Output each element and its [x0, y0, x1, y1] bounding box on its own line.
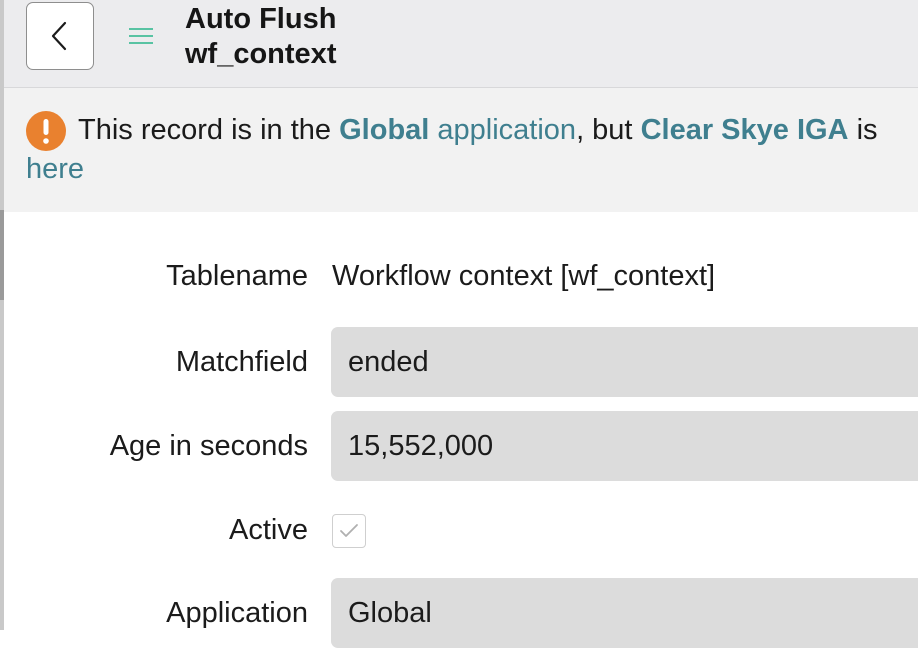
banner-message: This record is in the Global application… [26, 111, 918, 189]
application-link[interactable]: application [429, 114, 576, 146]
age-label: Age in seconds [109, 430, 308, 462]
record-table-name: wf_context [185, 38, 337, 70]
application-field[interactable]: Global [331, 578, 918, 648]
active-label: Active [229, 514, 308, 546]
age-input[interactable]: 15,552,000 [331, 411, 918, 481]
application-row: Application Global [4, 578, 918, 648]
record-title: Auto Flush [185, 3, 337, 35]
matchfield-input[interactable]: ended [331, 327, 918, 397]
hamburger-menu-icon[interactable] [128, 25, 154, 47]
here-link[interactable]: here [26, 153, 84, 185]
active-checkbox[interactable] [332, 514, 366, 548]
active-row: Active [4, 512, 918, 552]
application-label: Application [166, 597, 308, 629]
banner-text-2: , but [576, 114, 641, 146]
banner-text-1: This record is in the [78, 114, 340, 146]
page-header: Auto Flush wf_context [4, 0, 918, 88]
back-button[interactable] [26, 2, 94, 70]
page-title: Auto Flush wf_context [185, 2, 336, 72]
tablename-value: Workflow context [wf_context] [332, 260, 716, 292]
matchfield-label: Matchfield [175, 346, 308, 378]
checkmark-icon [340, 524, 358, 537]
matchfield-row: Matchfield ended [4, 327, 918, 397]
tablename-row: Tablename Workflow context [wf_context] [4, 258, 918, 300]
age-row: Age in seconds 15,552,000 [4, 411, 918, 481]
chevron-left-icon [51, 21, 67, 51]
app-name-link[interactable]: Global [339, 114, 429, 146]
banner-text-3: is [848, 114, 878, 146]
tablename-label: Tablename [166, 260, 308, 292]
scope-name-link[interactable]: Clear Skye IGA [641, 114, 849, 146]
scope-warning-banner: This record is in the Global application… [4, 88, 918, 212]
